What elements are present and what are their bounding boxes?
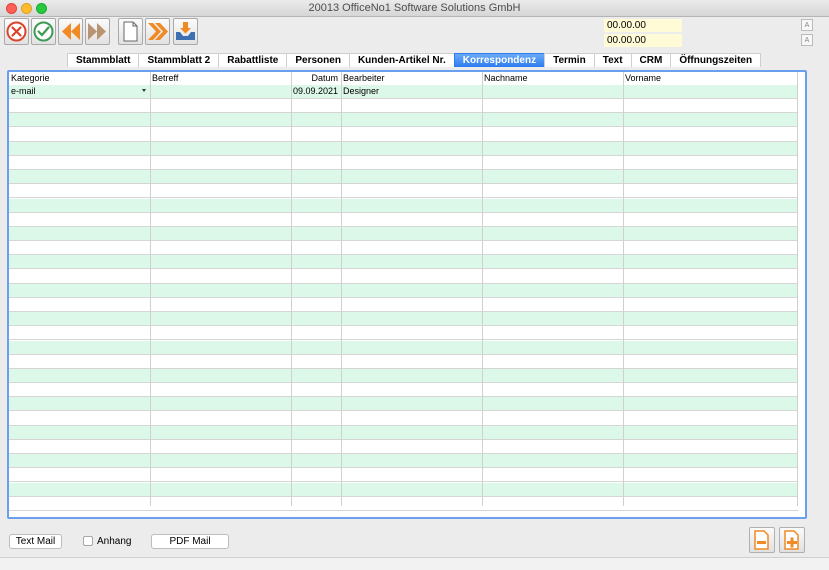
status-bar bbox=[0, 557, 829, 570]
remove-row-button[interactable] bbox=[749, 527, 775, 553]
next-button[interactable] bbox=[85, 18, 110, 45]
column-header-bearbeiter[interactable]: Bearbeiter bbox=[341, 72, 482, 85]
document-plus-icon bbox=[784, 530, 799, 550]
date-field-1[interactable]: 00.00.00 bbox=[604, 19, 682, 32]
cell-kategorie[interactable]: e-mail bbox=[9, 85, 150, 98]
table-row[interactable] bbox=[9, 312, 798, 327]
table-row[interactable] bbox=[9, 128, 798, 142]
font-increase-icon[interactable]: A bbox=[801, 19, 813, 31]
table-row[interactable]: e-mail 09.09.2021 Designer bbox=[9, 85, 798, 99]
x-circle-icon bbox=[6, 21, 27, 42]
tab-korrespondenz[interactable]: Korrespondenz bbox=[453, 53, 546, 67]
title-bar: 20013 OfficeNo1 Software Solutions GmbH bbox=[0, 0, 829, 17]
date-field-2[interactable]: 00.00.00 bbox=[604, 34, 682, 47]
column-header-nachname[interactable]: Nachname bbox=[482, 72, 623, 85]
table-row[interactable] bbox=[9, 355, 798, 369]
cell-bearbeiter[interactable]: Designer bbox=[341, 85, 482, 98]
download-button[interactable] bbox=[173, 18, 198, 45]
table-row[interactable] bbox=[9, 454, 798, 469]
text-mail-button[interactable]: Text Mail bbox=[9, 534, 62, 549]
correspondence-panel: Kategorie Betreff Datum Bearbeiter Nachn… bbox=[7, 70, 807, 519]
window-title: 20013 OfficeNo1 Software Solutions GmbH bbox=[308, 2, 521, 14]
cell-nachname[interactable] bbox=[482, 85, 623, 98]
tab-termin[interactable]: Termin bbox=[544, 53, 595, 67]
table-row[interactable] bbox=[9, 497, 798, 511]
table-row[interactable] bbox=[9, 440, 798, 454]
document-minus-icon bbox=[754, 530, 769, 550]
last-button[interactable] bbox=[145, 18, 170, 45]
new-document-button[interactable] bbox=[118, 18, 143, 45]
table-row[interactable] bbox=[9, 227, 798, 241]
tab-rabattliste[interactable]: Rabattliste bbox=[218, 53, 288, 67]
table-row[interactable] bbox=[9, 298, 798, 312]
tab-oeffnungszeiten[interactable]: Öffnungszeiten bbox=[670, 53, 762, 67]
cell-datum[interactable]: 09.09.2021 bbox=[291, 85, 340, 98]
tab-stammblatt[interactable]: Stammblatt bbox=[67, 53, 140, 67]
tab-kunden-artikel-nr[interactable]: Kunden-Artikel Nr. bbox=[348, 53, 455, 67]
table-row[interactable] bbox=[9, 241, 798, 256]
tab-crm[interactable]: CRM bbox=[630, 53, 672, 67]
column-header-vorname[interactable]: Vorname bbox=[623, 72, 798, 85]
table-row[interactable] bbox=[9, 326, 798, 341]
column-divider bbox=[341, 72, 342, 506]
cell-vorname[interactable] bbox=[623, 85, 798, 98]
table-row[interactable] bbox=[9, 184, 798, 199]
check-circle-icon bbox=[33, 21, 54, 42]
add-row-button[interactable] bbox=[779, 527, 805, 553]
table-row[interactable] bbox=[9, 369, 798, 383]
table-row[interactable] bbox=[9, 412, 798, 426]
table-row[interactable] bbox=[9, 340, 798, 355]
table-row[interactable] bbox=[9, 198, 798, 213]
table-row[interactable] bbox=[9, 255, 798, 270]
table-row[interactable] bbox=[9, 213, 798, 227]
font-decrease-icon[interactable]: A bbox=[801, 34, 813, 46]
tab-text[interactable]: Text bbox=[593, 53, 632, 67]
tab-bar: Stammblatt Stammblatt 2 Rabattliste Pers… bbox=[67, 53, 762, 67]
table-row[interactable] bbox=[9, 113, 798, 128]
confirm-button[interactable] bbox=[31, 18, 56, 45]
table-row[interactable] bbox=[9, 170, 798, 185]
table-row[interactable] bbox=[9, 397, 798, 412]
column-divider bbox=[797, 72, 798, 506]
table-row[interactable] bbox=[9, 468, 798, 483]
inbox-download-icon bbox=[176, 22, 195, 40]
table-row[interactable] bbox=[9, 141, 798, 156]
table-row[interactable] bbox=[9, 283, 798, 298]
table-row[interactable] bbox=[9, 99, 798, 114]
tab-personen[interactable]: Personen bbox=[286, 53, 350, 67]
table-row[interactable] bbox=[9, 425, 798, 440]
table-row[interactable] bbox=[9, 270, 798, 284]
column-divider bbox=[623, 72, 624, 506]
cancel-button[interactable] bbox=[4, 18, 29, 45]
anhang-checkbox[interactable] bbox=[83, 536, 93, 546]
column-header-kategorie[interactable]: Kategorie bbox=[9, 72, 150, 85]
column-header-datum[interactable]: Datum bbox=[291, 72, 340, 85]
column-divider bbox=[291, 72, 292, 506]
anhang-label: Anhang bbox=[97, 536, 132, 547]
tab-stammblatt-2[interactable]: Stammblatt 2 bbox=[138, 53, 220, 67]
table-header: Kategorie Betreff Datum Bearbeiter Nachn… bbox=[9, 72, 798, 86]
double-arrow-left-icon bbox=[62, 23, 80, 40]
table-row[interactable] bbox=[9, 383, 798, 398]
column-divider bbox=[482, 72, 483, 506]
column-divider bbox=[150, 72, 151, 506]
cell-betreff[interactable] bbox=[150, 85, 291, 98]
pdf-mail-button[interactable]: PDF Mail bbox=[151, 534, 229, 549]
previous-button[interactable] bbox=[58, 18, 83, 45]
document-icon bbox=[123, 21, 138, 42]
dropdown-arrow-icon[interactable] bbox=[142, 89, 146, 92]
table-row[interactable] bbox=[9, 482, 798, 497]
double-chevron-right-icon bbox=[148, 23, 168, 40]
column-header-betreff[interactable]: Betreff bbox=[150, 72, 291, 85]
table-row[interactable] bbox=[9, 156, 798, 170]
double-arrow-right-icon bbox=[88, 23, 106, 40]
